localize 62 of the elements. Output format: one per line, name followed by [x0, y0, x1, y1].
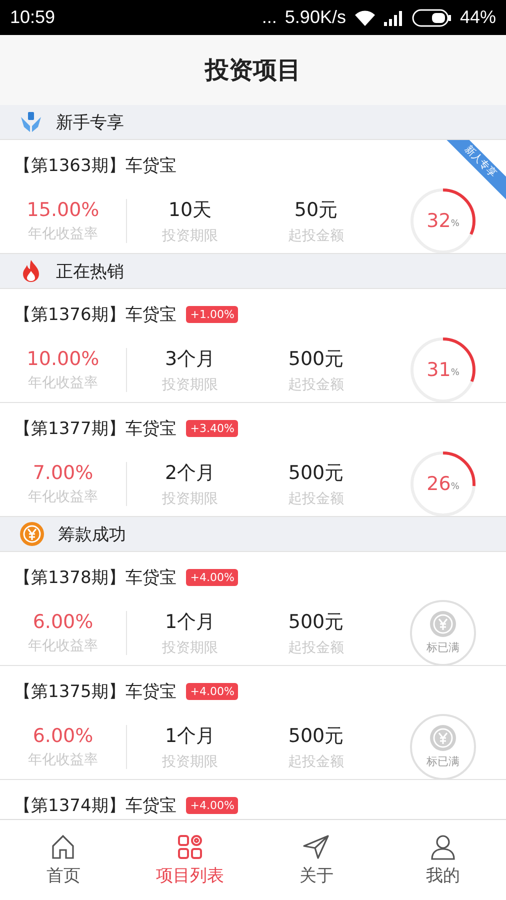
annual-rate: 10.00% [26, 348, 100, 370]
project-title: 【第1377期】车贷宝 [14, 418, 176, 440]
percent-unit: % [450, 482, 460, 492]
min-amount: 500元 [288, 610, 344, 635]
annual-rate: 6.00% [32, 611, 94, 633]
yen-coin-icon [20, 522, 44, 546]
term-value: 1个月 [164, 724, 216, 749]
tab-label: 首页 [46, 864, 80, 886]
bonus-tag: +4.00% [186, 568, 238, 586]
home-icon [50, 834, 76, 860]
page-title: 投资项目 [205, 55, 301, 86]
yen-coin-icon [430, 725, 456, 751]
sold-out-label: 标已满 [426, 754, 460, 769]
progress-percent: 32 [426, 210, 451, 232]
min-amount: 500元 [288, 347, 344, 372]
project-title: 【第1375期】车贷宝 [14, 680, 176, 702]
project-title: 【第1374期】车贷宝 [14, 794, 176, 816]
annual-rate: 7.00% [32, 462, 94, 484]
signal-icon [384, 10, 404, 26]
project-title: 【第1376期】车贷宝 [14, 304, 176, 326]
tab-label: 项目列表 [156, 864, 224, 886]
section-title: 筹款成功 [58, 524, 126, 546]
section-title: 新手专享 [56, 112, 124, 134]
term-value: 3个月 [164, 347, 216, 372]
term-value: 2个月 [164, 461, 216, 486]
annual-rate: 6.00% [32, 725, 94, 747]
term-value: 1个月 [164, 610, 216, 635]
hands-icon [20, 111, 42, 133]
battery-icon [412, 8, 452, 26]
yen-coin-icon [430, 611, 456, 637]
term-value: 10天 [168, 198, 212, 223]
nav-tab[interactable]: 首页 [0, 820, 126, 900]
progress-percent: 31 [426, 359, 451, 381]
project-title: 【第1378期】车贷宝 [14, 566, 176, 588]
tab-label: 我的 [426, 864, 460, 886]
fire-icon [20, 259, 42, 283]
grid-icon [176, 834, 203, 860]
tab-label: 关于 [299, 864, 334, 886]
bonus-tag: +4.00% [186, 682, 238, 700]
nav-tab[interactable]: 项目列表 [126, 820, 253, 900]
battery-percent: 44% [460, 7, 496, 28]
min-amount: 50元 [294, 198, 338, 223]
nav-tab[interactable]: 我的 [380, 820, 506, 900]
section-title: 正在热销 [56, 260, 124, 282]
network-speed: 5.90K/s [284, 7, 346, 28]
project-title: 【第1363期】车贷宝 [14, 154, 176, 176]
paper-plane-icon [302, 834, 330, 860]
bonus-tag: +1.00% [186, 306, 238, 322]
min-amount: 500元 [288, 461, 344, 486]
nav-tab[interactable]: 关于 [253, 820, 380, 900]
wifi-icon [354, 8, 376, 26]
bonus-tag: +4.00% [186, 796, 238, 814]
min-amount: 500元 [288, 724, 344, 749]
annual-rate: 15.00% [26, 199, 100, 221]
person-icon [430, 834, 456, 860]
clock-time: 10:59 [10, 7, 56, 28]
bonus-tag: +3.40% [186, 420, 238, 436]
percent-unit: % [450, 219, 460, 229]
more-dots: ... [262, 7, 277, 28]
sold-out-label: 标已满 [426, 640, 460, 655]
percent-unit: % [450, 368, 460, 378]
progress-percent: 26 [426, 473, 451, 495]
